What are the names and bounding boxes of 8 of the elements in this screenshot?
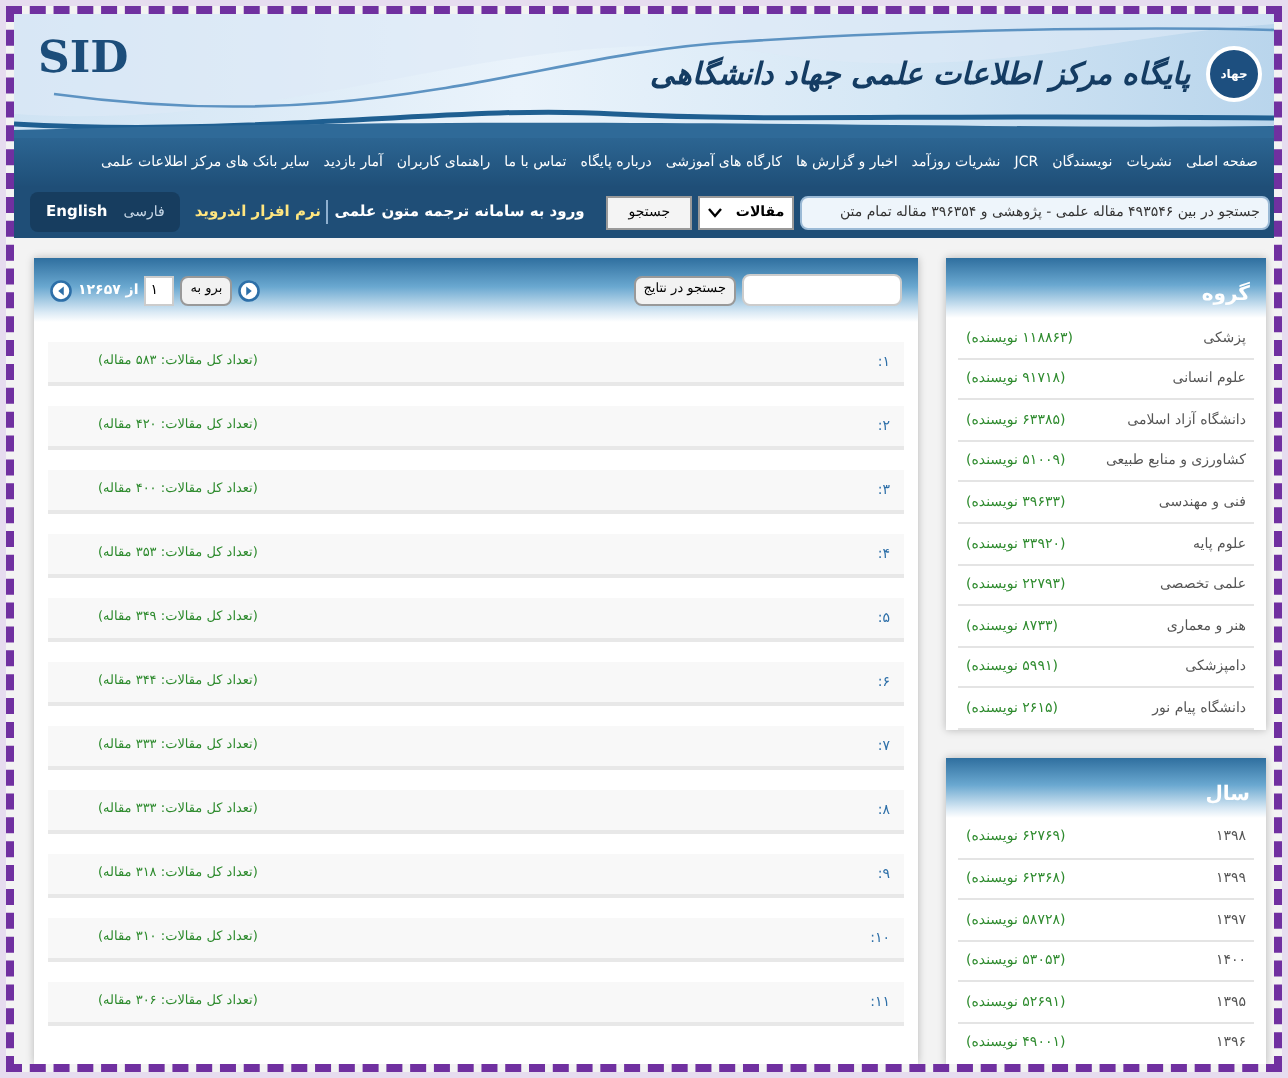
panel-title: گروه (1201, 280, 1250, 310)
site-logo[interactable]: SID (38, 26, 129, 92)
chevron-down-icon (708, 207, 723, 217)
site-title: پایگاه مرکز اطلاعات علمی جهاد دانشگاهی (649, 53, 1190, 96)
next-page-icon[interactable] (238, 279, 261, 301)
filter-field[interactable] (742, 274, 902, 306)
panel-title: سال (1205, 781, 1250, 810)
prev-page-icon[interactable] (50, 279, 72, 301)
